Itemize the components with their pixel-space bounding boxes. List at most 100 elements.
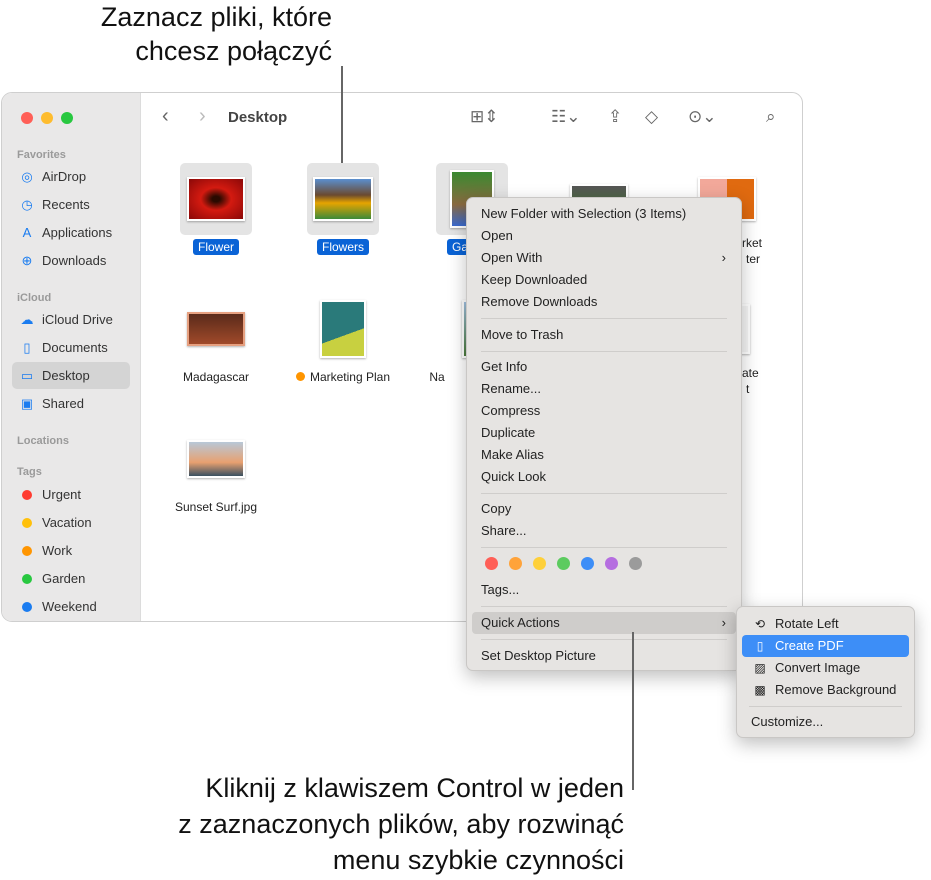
menu-item-make-alias[interactable]: Make Alias [472,444,736,466]
sidebar-item-downloads[interactable]: ⊕ Downloads [12,247,130,274]
sidebar-tag-work[interactable]: Work [12,537,130,564]
menu-separator [481,318,727,319]
section-icloud: iCloud [17,292,52,304]
annotation-line: menu szybkie czynności [332,845,624,875]
menu-item-compress[interactable]: Compress [472,400,736,422]
file-label: Flowers [316,239,369,255]
submenu-item-remove-background[interactable]: ▩ Remove Background [742,679,909,701]
tag-dot-icon [22,517,32,528]
tag-dot-icon [22,573,32,584]
submenu-item-create-pdf[interactable]: ▯ Create PDF [742,635,909,657]
menu-item-open-with[interactable]: Open With › [472,247,736,269]
icon-view-icon[interactable]: ⊞⇕ [470,107,499,127]
sidebar-tag-urgent[interactable]: Urgent [12,481,130,508]
sidebar-item-label: Garden [42,571,86,586]
zoom-button[interactable] [61,112,73,124]
menu-item-rename[interactable]: Rename... [472,378,736,400]
menu-item-keep-downloaded[interactable]: Keep Downloaded [472,269,736,291]
tag-color-yellow[interactable] [533,557,546,570]
airdrop-icon: ◎ [21,168,33,184]
image-thumbnail [187,177,245,221]
menu-item-remove-downloads[interactable]: Remove Downloads [472,291,736,313]
sidebar: Favorites ◎ AirDrop ◷ Recents A Application… [2,93,141,621]
tag-color-green[interactable] [557,557,570,570]
remove-background-icon: ▩ [754,683,766,697]
clock-icon: ◷ [21,196,33,212]
submenu-item-customize[interactable]: Customize... [742,711,909,733]
menu-item-quick-actions[interactable]: Quick Actions › [472,612,736,634]
sidebar-tag-weekend[interactable]: Weekend [12,593,130,620]
sidebar-item-documents[interactable]: ▯ Documents [12,334,130,361]
sidebar-item-label: Applications [42,225,113,240]
menu-item-tags[interactable]: Tags... [472,579,736,601]
file-label: t [746,382,750,396]
sidebar-item-label: Shared [42,396,84,411]
file-label: Na [429,370,445,384]
tag-color-gray[interactable] [629,557,642,570]
applications-icon: A [22,225,32,240]
tag-color-blue[interactable] [581,557,594,570]
pdf-document-icon: ▯ [756,639,764,653]
menu-item-duplicate[interactable]: Duplicate [472,422,736,444]
menu-item-new-folder-with-selection[interactable]: New Folder with Selection (3 Items) [472,203,736,225]
forward-icon[interactable]: › [199,105,206,128]
tag-color-red[interactable] [485,557,498,570]
sidebar-item-icloud-drive[interactable]: ☁ iCloud Drive [12,306,130,333]
sidebar-item-label: Work [42,543,73,558]
menu-item-set-desktop-picture[interactable]: Set Desktop Picture [472,645,736,667]
file-sunset-surf[interactable]: Sunset Surf.jpg [156,423,276,516]
sidebar-item-label: Desktop [42,368,90,383]
tag-icon[interactable]: ◇ [645,107,658,127]
tag-color-purple[interactable] [605,557,618,570]
menu-separator [749,706,902,707]
menu-item-quick-look[interactable]: Quick Look [472,466,736,488]
menu-item-copy[interactable]: Copy [472,498,736,520]
submenu-item-rotate-left[interactable]: ⟲ Rotate Left [742,613,909,635]
cloud-icon: ☁ [20,311,34,327]
sidebar-tag-garden[interactable]: Garden [12,565,130,592]
sidebar-tag-vacation[interactable]: Vacation [12,509,130,536]
tag-color-orange[interactable] [509,557,522,570]
sidebar-item-label: Documents [42,340,108,355]
search-icon[interactable]: ⌕ [766,107,776,127]
download-icon: ⊕ [21,252,33,268]
file-madagascar[interactable]: Madagascar [156,293,276,386]
section-tags: Tags [17,466,42,478]
menu-item-get-info[interactable]: Get Info [472,356,736,378]
menu-separator [481,606,727,607]
window-title: Desktop [228,109,288,126]
sidebar-item-shared[interactable]: ▣ Shared [12,390,130,417]
share-icon[interactable]: ⇪ [608,107,622,127]
annotation-leader-line [341,66,343,163]
chevron-right-icon: › [721,615,726,630]
menu-item-label: Create PDF [775,638,844,653]
document-thumbnail [320,300,366,358]
file-flower[interactable]: Flower [156,163,276,256]
sidebar-item-airdrop[interactable]: ◎ AirDrop [12,163,130,190]
sidebar-item-desktop[interactable]: ▭ Desktop [12,362,130,389]
menu-item-open[interactable]: Open [472,225,736,247]
close-button[interactable] [21,112,33,124]
group-icon[interactable]: ☷⌄ [551,107,580,127]
submenu-item-convert-image[interactable]: ▨ Convert Image [742,657,909,679]
rotate-left-icon: ⟲ [754,617,766,631]
back-icon[interactable]: ‹ [162,105,169,128]
section-locations: Locations [17,435,69,447]
file-marketing-plan[interactable]: Marketing Plan [283,293,403,386]
sidebar-item-applications[interactable]: A Applications [12,219,130,246]
desktop-icon: ▭ [20,367,34,383]
file-label: ter [746,252,761,266]
more-actions-icon[interactable]: ⊙⌄ [688,107,717,127]
menu-separator [481,351,727,352]
shared-folder-icon: ▣ [20,395,34,411]
quick-actions-submenu: ⟲ Rotate Left ▯ Create PDF ▨ Convert Image … [736,606,915,738]
annotation-line: Zaznacz pliki, które [100,2,332,32]
menu-item-share[interactable]: Share... [472,520,736,542]
tag-dot-icon [22,489,32,500]
minimize-button[interactable] [41,112,53,124]
annotation-line: chcesz połączyć [135,36,332,66]
sidebar-item-recents[interactable]: ◷ Recents [12,191,130,218]
menu-item-label: Remove Background [775,682,897,697]
menu-item-move-to-trash[interactable]: Move to Trash [472,324,736,346]
file-flowers[interactable]: Flowers [283,163,403,256]
